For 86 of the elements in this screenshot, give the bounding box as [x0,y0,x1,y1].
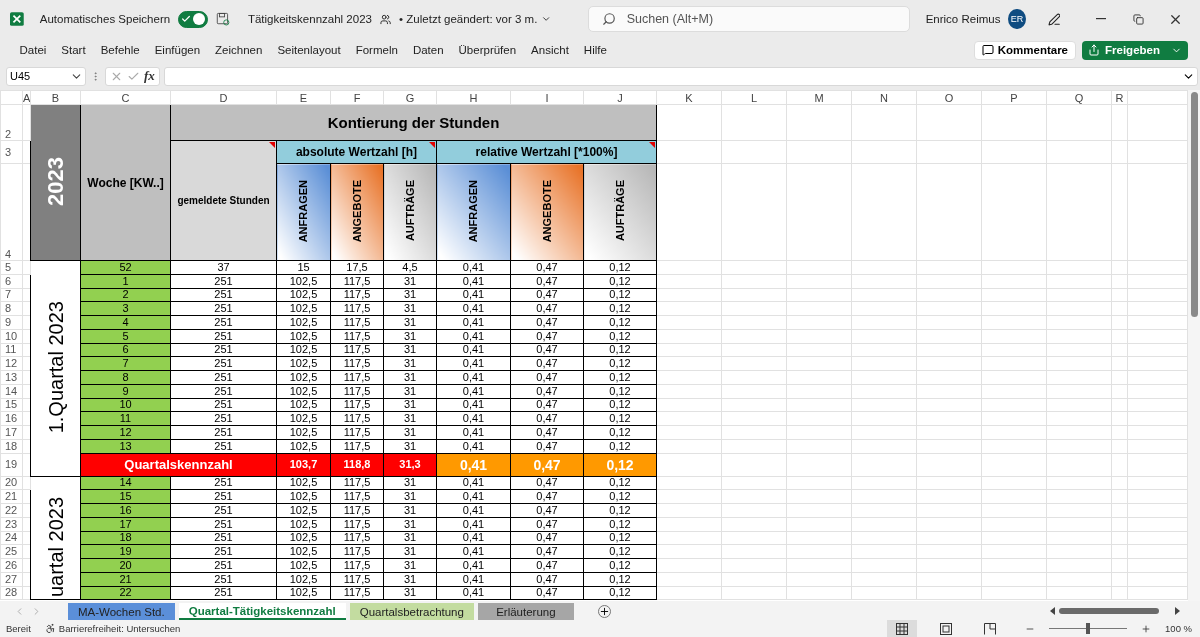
formula-input[interactable] [163,66,1198,86]
sheet-tab[interactable]: MA-Wochen Std. [68,603,175,620]
share-button[interactable]: Freigeben [1082,40,1188,60]
sheet-tab[interactable]: Erläuterung [477,603,574,620]
name-box[interactable]: U45 [6,66,86,86]
column-header[interactable]: M [786,90,852,105]
column-header[interactable]: P [981,90,1047,105]
column-header[interactable]: G [383,90,437,105]
spreadsheet-logo-icon [10,11,24,27]
menu-item[interactable]: Hilfe [576,39,615,61]
header-cell: gemeldete Stunden [170,140,277,261]
zoom-level[interactable]: 100 % [1165,623,1192,634]
column-header[interactable]: L [721,90,787,105]
header-cell: ANFRAGEN [436,163,511,261]
year-cell: 2023 [30,104,81,261]
column-header[interactable]: A [22,90,31,105]
user-name: Enrico Reimus [925,13,1001,25]
sheet-tab[interactable]: Quartalsbetrachtung [349,603,474,620]
row-header[interactable]: 3 [0,140,23,164]
insert-function-button[interactable]: fx [144,68,155,84]
column-header[interactable]: N [851,90,917,105]
header-cell: AUFTRÄGE [383,163,437,261]
row-header[interactable]: 4 [0,163,23,261]
comment-indicator[interactable] [649,142,655,148]
page-break-icon [984,622,997,635]
column-header[interactable]: Q [1046,90,1112,105]
header-cell: ANGEBOTE [510,163,584,261]
header-cell: ANGEBOTE [330,163,384,261]
menu-item[interactable]: Ansicht [523,39,577,61]
view-button[interactable] [887,620,918,637]
search-icon [601,12,616,26]
column-header[interactable]: C [80,90,171,105]
row-header[interactable]: 19 [0,453,23,476]
comment-icon [981,44,994,56]
header-cell: AUFTRÄGE [583,163,657,261]
user-avatar[interactable]: ER [1008,9,1026,29]
column-header[interactable]: H [436,90,511,105]
menu-item[interactable]: Datei [12,39,54,61]
summary-label: Quartalskennzahl [80,453,277,476]
column-header[interactable]: K [656,90,722,105]
comments-button[interactable]: Kommentare [973,40,1077,60]
column-header[interactable]: O [916,90,982,105]
column-header[interactable]: E [276,90,331,105]
save-icon[interactable] [216,11,230,27]
sheet-tab[interactable]: Quartal-Tätigkeitskennzahl [178,603,346,620]
vertical-scrollbar[interactable] [1188,90,1200,601]
search-field[interactable]: Suchen (Alt+M) [587,6,910,32]
menu-item[interactable]: Seitenlayout [269,39,349,61]
zoom-in-icon[interactable] [1141,623,1152,634]
column-header[interactable]: J [583,90,657,105]
accessibility-status[interactable]: Barrierefreiheit: Untersuchen [58,623,181,634]
header-cell: absolute Wertzahl [h] [276,140,437,164]
quarter-label: 1.Quartal 2023 [30,260,81,476]
last-modified[interactable]: • Zuletzt geändert: vor 3 m. [399,13,538,25]
menu-item[interactable]: Start [53,39,94,61]
pen-icon[interactable] [1047,11,1061,27]
status-text: Bereit [6,623,31,634]
row-header[interactable]: 2 [0,104,23,141]
column-header[interactable]: F [330,90,384,105]
minimize-icon [1096,18,1107,20]
grid-icon [896,622,909,635]
menu-item[interactable]: Befehle [93,39,148,61]
document-title[interactable]: Tätigkeitskennzahl 2023 [247,13,372,25]
header-cell: Woche [KW..] [80,104,171,261]
people-icon [379,12,392,26]
autosave-toggle[interactable] [178,10,209,28]
page-icon [940,622,953,635]
header-cell: relative Wertzahl [*100%] [436,140,657,164]
share-icon [1088,44,1101,56]
horizontal-scrollbar[interactable] [1050,605,1180,617]
menu-item[interactable]: Daten [405,39,452,61]
autosave-label: Automatisches Speichern [39,13,171,25]
column-header[interactable]: B [30,90,81,105]
menu-item[interactable]: Einfügen [147,39,208,61]
menu-item[interactable]: Zeichnen [207,39,270,61]
check-icon [181,14,192,24]
zoom-thumb[interactable] [1086,623,1091,634]
accessibility-icon [44,623,56,634]
column-header[interactable]: D [170,90,277,105]
header-cell: Kontierung der Stunden [170,104,657,141]
header-cell: ANFRAGEN [276,163,331,261]
quarter-label: uartal 2023 [30,476,81,600]
menu-item[interactable]: Formeln [348,39,406,61]
restore-icon [1132,13,1144,25]
menu-item[interactable]: Überprüfen [451,39,524,61]
column-header[interactable]: I [510,90,584,105]
